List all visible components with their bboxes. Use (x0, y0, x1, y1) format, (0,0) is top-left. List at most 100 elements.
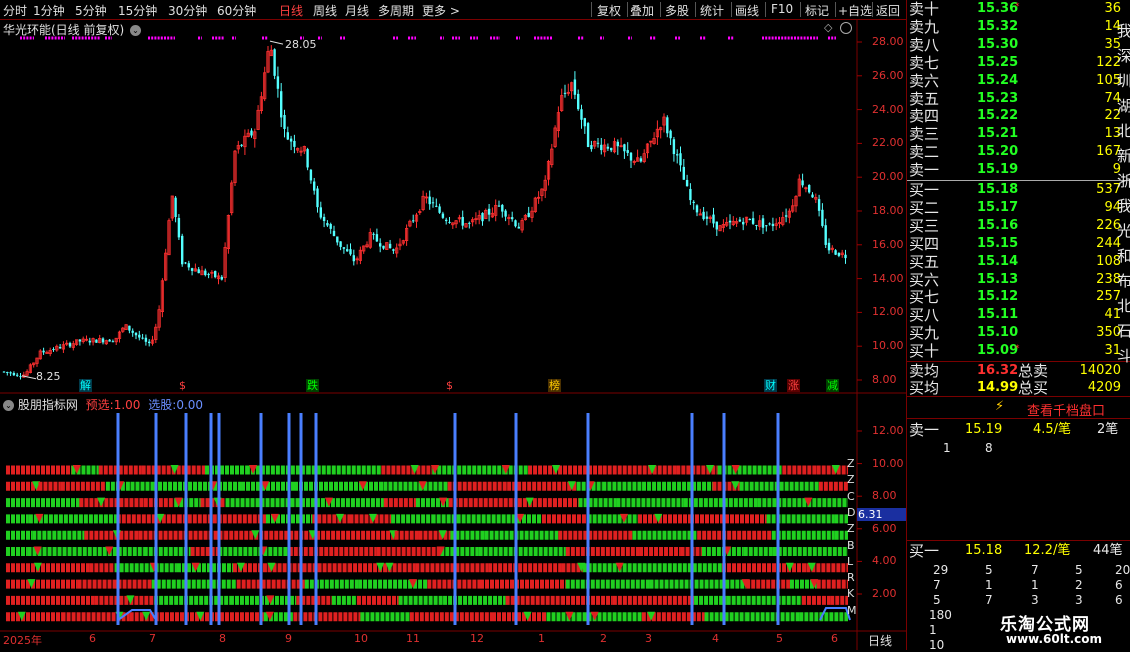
statistics-button[interactable]: 统计 (700, 2, 724, 19)
candle-body (577, 93, 580, 110)
add-favorite-button[interactable]: +自选 (838, 2, 872, 19)
order-book-level[interactable]: 买五 15.14 108 (907, 253, 1130, 271)
period-tab-multi[interactable]: 多周期 (378, 2, 414, 19)
lightning-icon: ⚡ (995, 399, 1005, 414)
candle-body (16, 374, 19, 376)
order-book-level[interactable]: 买七 15.12 257 (907, 288, 1130, 306)
period-tab-daily[interactable]: 日线 (279, 2, 303, 19)
order-book-level[interactable]: 买二 15.17 94 (907, 199, 1130, 217)
back-button[interactable]: 返回 (876, 2, 900, 19)
sell1-lot: 8 (985, 441, 993, 455)
order-book-level[interactable]: 买一 15.18 537 (907, 181, 1130, 199)
multi-stock-button[interactable]: 多股 (665, 2, 689, 19)
edge-glyph: 圳 (1117, 72, 1130, 90)
candle-body (784, 215, 788, 217)
buy1-lot: 3 (1031, 593, 1039, 607)
order-book-level[interactable]: 买四 15.15 244 (907, 235, 1130, 253)
indicator-row-letter: L (847, 554, 854, 568)
candle-body (379, 243, 382, 247)
chart-area[interactable] (0, 0, 906, 650)
order-book-level[interactable]: 买九 15.10 350 (907, 324, 1130, 342)
chart-title[interactable]: 华光环能(日线 前复权) ⌄ (3, 21, 142, 38)
buy1-detail-per: 12.2/笔 (1024, 543, 1071, 558)
view-thousand-button[interactable]: ⚡ 查看千档盘口 (907, 398, 1130, 419)
level-price: 15.10 (977, 325, 1019, 341)
adjust-button[interactable]: 复权 (597, 2, 621, 19)
order-book-level[interactable]: 卖十 15.36 * 36 (907, 0, 1130, 18)
candle-body (468, 222, 471, 224)
candle-body (742, 221, 745, 225)
buy1-lot: 7 (1031, 563, 1039, 577)
order-book-level[interactable]: 买十 15.09 * 31 (907, 342, 1130, 360)
indicator-tick-label: 8.00 (872, 489, 897, 503)
period-tab-5min[interactable]: 5分钟 (75, 2, 107, 19)
edge-glyph: 浙 (1117, 172, 1130, 190)
order-book-level[interactable]: 卖六 15.24 105 (907, 72, 1130, 90)
draw-line-button[interactable]: 画线 (735, 2, 759, 19)
settings-circle-icon[interactable] (840, 22, 852, 34)
order-book-level[interactable]: 卖四 15.22 22 (907, 107, 1130, 125)
candle-body (600, 144, 603, 151)
indicator-arrow (590, 611, 599, 621)
order-book-level[interactable]: 卖二 15.20 167 (907, 143, 1130, 161)
order-book-level[interactable]: 买八 15.11 41 (907, 306, 1130, 324)
candle-body (517, 226, 520, 229)
candle-body (204, 270, 207, 276)
order-book-level[interactable]: 卖七 15.25 122 (907, 54, 1130, 72)
candle-body (346, 249, 349, 252)
candle-body (771, 223, 775, 227)
order-book-level[interactable]: 卖五 15.23 74 (907, 90, 1130, 108)
candle-body (174, 197, 177, 218)
period-tab-minute[interactable]: 分时 (3, 2, 27, 19)
candle-body (412, 220, 415, 222)
order-book-level[interactable]: 卖一 15.19 9 (907, 161, 1130, 179)
level-price: 15.36 (977, 1, 1019, 16)
diamond-icon[interactable]: ◇ (824, 21, 832, 34)
candle-body (808, 185, 811, 193)
order-book-level[interactable]: 卖九 15.32 14 (907, 18, 1130, 36)
indicator-arrow (33, 562, 42, 572)
candle-body (629, 152, 633, 161)
candle-body (755, 224, 758, 226)
period-tab-more[interactable]: 更多 > (422, 2, 460, 19)
candle-body (316, 188, 319, 208)
candle-body (313, 181, 316, 191)
period-tab-15min[interactable]: 15分钟 (118, 2, 157, 19)
period-tab-30min[interactable]: 30分钟 (168, 2, 207, 19)
candle-body (293, 140, 296, 147)
candle-body (177, 217, 181, 238)
buy1-lot: 180 (929, 608, 952, 622)
overlay-button[interactable]: 叠加 (630, 2, 654, 19)
price-tick-label: 20.00 (872, 170, 904, 184)
indicator-arrow (525, 497, 534, 507)
candle-body (52, 349, 55, 351)
candle-body (187, 263, 190, 268)
candle-body (19, 376, 22, 378)
avg-buy-price: 14.99 (977, 380, 1019, 395)
candle-body (811, 194, 814, 198)
indicator-dropdown-icon[interactable]: ⌄ (3, 400, 14, 411)
selected-value: 0.00 (176, 398, 204, 412)
buy1-lot: 2 (1075, 578, 1083, 592)
order-book-level[interactable]: 卖八 15.30 35 (907, 36, 1130, 54)
indicator-arrow (615, 562, 624, 572)
order-book-level[interactable]: 卖三 15.21 13 (907, 125, 1130, 143)
candle-body (131, 330, 134, 333)
candle-body (573, 79, 577, 95)
prefilter-label: 预选: (85, 398, 114, 412)
period-tab-weekly[interactable]: 周线 (313, 2, 337, 19)
order-book-divider (907, 418, 1130, 419)
order-book-level[interactable]: 买六 15.13 238 (907, 271, 1130, 289)
order-book-level[interactable]: 买三 15.16 226 (907, 217, 1130, 235)
toolbar-divider (731, 2, 732, 17)
period-tab-monthly[interactable]: 月线 (345, 2, 369, 19)
indicator-header[interactable]: ⌄ 股朋指标网 预选:1.00 选股:0.00 (3, 396, 203, 413)
period-tab-1min[interactable]: 1分钟 (33, 2, 65, 19)
edge-glyph: 湖 (1117, 97, 1130, 115)
period-tab-60min[interactable]: 60分钟 (217, 2, 256, 19)
mark-button[interactable]: 标记 (805, 2, 829, 19)
stock-title: 华光环能(日线 前复权) (3, 23, 125, 37)
f10-button[interactable]: F10 (771, 2, 793, 16)
candle-body (626, 150, 629, 153)
title-dropdown-icon[interactable]: ⌄ (130, 25, 142, 36)
